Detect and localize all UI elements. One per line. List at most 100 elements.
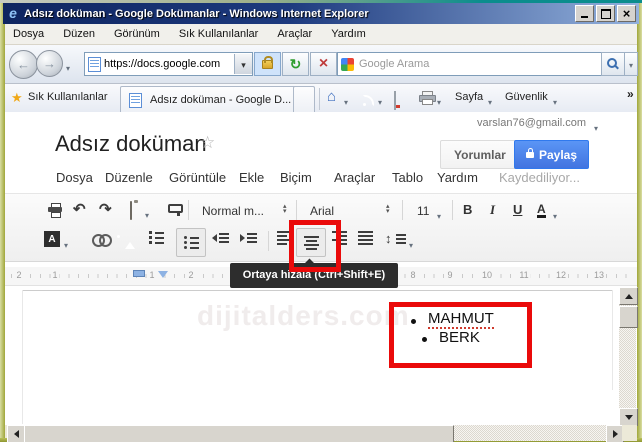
dropdown-caret-icon xyxy=(629,55,633,73)
scroll-up-button[interactable] xyxy=(619,287,638,305)
stop-button[interactable] xyxy=(310,52,337,76)
docs-menu-goruntule[interactable]: Görüntüle xyxy=(169,170,226,185)
menu-duzen[interactable]: Düzen xyxy=(63,28,95,40)
horizontal-scroll-thumb[interactable] xyxy=(24,425,454,442)
tab-adsiz-dokuman[interactable]: Adsız doküman - Google D... xyxy=(120,86,297,113)
search-button[interactable] xyxy=(601,52,625,76)
url-text[interactable]: https://docs.google.com xyxy=(104,58,234,70)
align-right-button[interactable] xyxy=(332,231,347,245)
security-dropdown-icon[interactable] xyxy=(553,92,557,110)
docs-menu-duzenle[interactable]: Düzenle xyxy=(105,170,153,185)
tooltip-text: Ortaya hizala (Ctrl+Shift+E) xyxy=(243,269,385,281)
document-title[interactable]: Adsız doküman xyxy=(55,131,207,157)
padlock-icon xyxy=(262,60,273,69)
docs-menu-araclar[interactable]: Araçlar xyxy=(334,170,375,185)
history-dropdown-icon[interactable] xyxy=(66,58,70,76)
page-right-edge xyxy=(612,290,613,390)
docs-menu-ekle[interactable]: Ekle xyxy=(239,170,264,185)
first-line-indent-marker[interactable] xyxy=(133,270,145,277)
ruler-number: 9 xyxy=(445,270,454,280)
refresh-button[interactable] xyxy=(282,52,309,76)
highlight-color-button[interactable]: A xyxy=(44,231,60,247)
title-bar: e Adsız doküman - Google Dokümanlar - Wi… xyxy=(3,3,639,24)
read-mail-icon[interactable] xyxy=(394,91,396,110)
google-logo-icon xyxy=(341,58,354,71)
increase-indent-button[interactable] xyxy=(240,233,257,243)
address-bar[interactable]: https://docs.google.com xyxy=(84,52,253,76)
home-icon[interactable] xyxy=(327,88,336,106)
share-button[interactable]: Paylaş xyxy=(514,140,589,169)
search-placeholder[interactable]: Google Arama xyxy=(359,58,429,70)
docs-menu-bicim[interactable]: Biçim xyxy=(280,170,312,185)
star-document-icon[interactable] xyxy=(200,133,215,153)
close-button[interactable] xyxy=(617,5,636,22)
home-dropdown-icon[interactable] xyxy=(344,92,348,110)
line-spacing-button[interactable] xyxy=(385,230,392,248)
menu-araclar[interactable]: Araçlar xyxy=(277,28,312,40)
back-button[interactable]: ← xyxy=(9,50,38,79)
undo-button[interactable] xyxy=(73,200,86,219)
ie-logo-icon: e xyxy=(6,7,20,21)
style-updown-icon[interactable] xyxy=(283,204,287,214)
toolbar-overflow-icon[interactable] xyxy=(627,85,634,103)
bulleted-list-button[interactable] xyxy=(176,228,206,257)
line-spacing-lines-icon xyxy=(396,234,406,244)
line-spacing-dropdown-icon[interactable] xyxy=(409,235,413,253)
scroll-down-button[interactable] xyxy=(619,408,638,426)
favorites-star-icon[interactable] xyxy=(11,89,23,107)
list-item[interactable]: BERK xyxy=(439,329,480,346)
justify-button[interactable] xyxy=(358,231,373,245)
ruler-number: 1 xyxy=(147,270,156,280)
list-item[interactable]: MAHMUT xyxy=(428,310,494,329)
paint-format-clipboard-button[interactable] xyxy=(130,201,132,220)
text-color-dropdown-icon[interactable] xyxy=(553,206,557,224)
align-left-button[interactable] xyxy=(277,231,292,245)
new-tab-stub[interactable] xyxy=(293,86,315,113)
menu-gorunum[interactable]: Görünüm xyxy=(114,28,160,40)
style-select[interactable]: Normal m... xyxy=(202,204,264,218)
toolbar-separator xyxy=(402,200,403,220)
account-dropdown-icon[interactable] xyxy=(594,118,598,136)
address-dropdown-button[interactable] xyxy=(234,54,252,74)
bold-button[interactable]: B xyxy=(463,202,472,217)
vertical-scroll-thumb[interactable] xyxy=(619,306,638,328)
numbered-list-button[interactable] xyxy=(149,231,164,244)
docs-menu-yardim[interactable]: Yardım xyxy=(437,170,478,185)
docs-menu-tablo[interactable]: Tablo xyxy=(392,170,423,185)
comments-button[interactable]: Yorumlar xyxy=(440,140,520,169)
search-options-button[interactable] xyxy=(624,52,638,76)
print-dropdown-icon[interactable] xyxy=(437,92,441,110)
scroll-left-button[interactable] xyxy=(7,425,25,442)
clipboard-dropdown-icon[interactable] xyxy=(145,205,149,223)
maximize-button[interactable] xyxy=(596,5,615,22)
size-dropdown-icon[interactable] xyxy=(437,206,441,224)
font-updown-icon[interactable] xyxy=(386,204,390,214)
text-color-button[interactable]: A xyxy=(537,203,546,218)
forward-button[interactable]: → xyxy=(36,50,63,77)
menu-dosya[interactable]: Dosya xyxy=(13,28,44,40)
docs-menu-dosya[interactable]: Dosya xyxy=(56,170,93,185)
security-menu-button[interactable]: Güvenlik xyxy=(505,91,548,103)
page-menu-button[interactable]: Sayfa xyxy=(455,91,483,103)
feed-dropdown-icon[interactable] xyxy=(378,92,382,110)
ruler-number: 13 xyxy=(592,270,606,280)
security-lock-button[interactable] xyxy=(254,52,281,76)
highlight-dropdown-icon[interactable] xyxy=(64,235,68,253)
search-box[interactable]: Google Arama xyxy=(337,52,603,76)
menu-sik-kullanilanlar[interactable]: Sık Kullanılanlar xyxy=(179,28,259,40)
page-dropdown-icon[interactable] xyxy=(488,92,492,110)
redo-button[interactable] xyxy=(99,200,112,219)
font-size-select[interactable]: 11 xyxy=(417,204,429,218)
ruler-number: 1 xyxy=(50,270,59,280)
left-indent-marker[interactable] xyxy=(158,271,168,278)
account-email[interactable]: varslan76@gmail.com xyxy=(477,117,586,129)
italic-button[interactable]: I xyxy=(490,202,495,218)
font-select[interactable]: Arial xyxy=(310,204,334,218)
decrease-indent-button[interactable] xyxy=(212,233,229,243)
ruler-number: 11 xyxy=(517,270,530,280)
align-center-button[interactable] xyxy=(296,228,326,257)
favorites-label[interactable]: Sık Kullanılanlar xyxy=(28,91,108,103)
menu-yardim[interactable]: Yardım xyxy=(331,28,366,40)
underline-button[interactable]: U xyxy=(513,202,522,217)
minimize-button[interactable] xyxy=(575,5,594,22)
